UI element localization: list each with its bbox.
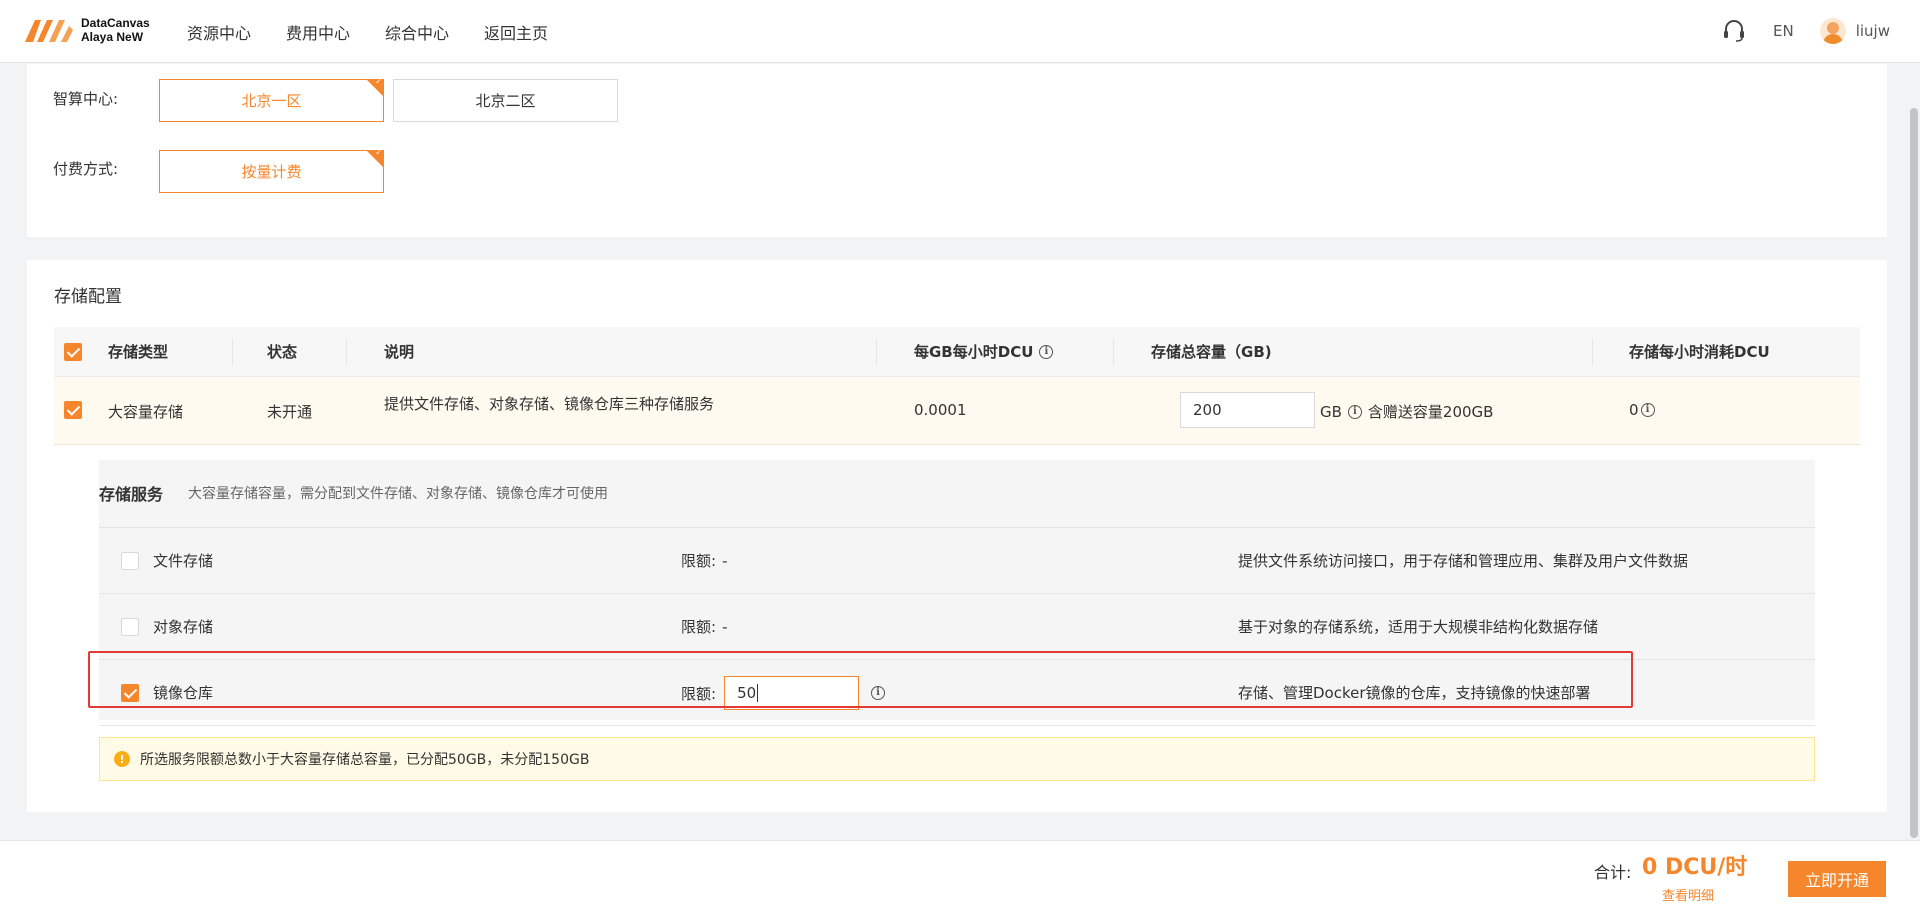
quota-info-icon[interactable]: i — [871, 686, 886, 700]
service-name: 对象存储 — [153, 618, 214, 636]
service-quota: 限额: - — [681, 550, 727, 571]
main-nav: 资源中心 费用中心 综合中心 返回主页 — [187, 20, 583, 44]
service-name: 镜像仓库 — [153, 684, 214, 702]
warning-icon: ! — [114, 751, 130, 767]
username: liujw — [1855, 22, 1890, 40]
nav-resource-center[interactable]: 资源中心 — [187, 20, 251, 44]
row-status: 未开通 — [267, 403, 313, 421]
storage-section-title: 存储配置 — [54, 287, 122, 307]
row-price: 0.0001 — [914, 401, 967, 419]
total-value: 0 DCU/时 — [1642, 855, 1748, 880]
header-price: 每GB每小时DCU i — [914, 341, 1054, 362]
quota-label: 限额: — [681, 618, 717, 636]
header-description: 说明 — [384, 343, 415, 361]
capacity-unit: GB i 含赠送容量200GB — [1320, 401, 1493, 422]
service-quota: 限额: 50 i — [681, 676, 886, 710]
support-button[interactable] — [1721, 18, 1747, 44]
service-name: 文件存储 — [153, 552, 214, 570]
storage-table-header: 存储类型 状态 说明 每GB每小时DCU i 存储总容量（GB) 存储每小时消耗… — [54, 327, 1860, 377]
col-divider — [346, 339, 347, 365]
nav-back-home[interactable]: 返回主页 — [484, 20, 548, 44]
row-consume-value: 0 — [1629, 401, 1639, 419]
nav-billing-center[interactable]: 费用中心 — [286, 20, 350, 44]
logo-mark-icon — [25, 20, 73, 42]
quota-value: - — [722, 617, 728, 636]
table-row: 大容量存储 未开通 提供文件存储、对象存储、镜像仓库三种存储服务 0.0001 … — [54, 377, 1860, 445]
header-status: 状态 — [267, 343, 298, 361]
quota-input-value: 50 — [737, 684, 757, 702]
zone-option-beijing-2[interactable]: 北京二区 — [393, 79, 618, 122]
region-billing-card: 智算中心: 北京一区 北京二区 付费方式: 按量计费 — [27, 64, 1887, 237]
service-quota: 限额: - — [681, 616, 727, 637]
total-label: 合计: — [1594, 863, 1632, 882]
quota-label: 限额: — [681, 552, 717, 570]
billing-label: 付费方式: — [53, 160, 119, 178]
allocation-warning: ! 所选服务限额总数小于大容量存储总容量，已分配50GB，未分配150GB — [99, 737, 1815, 781]
row-description: 提供文件存储、对象存储、镜像仓库三种存储服务 — [384, 395, 715, 413]
brand-line-2: Alaya NeW — [81, 30, 144, 44]
header-capacity: 存储总容量（GB) — [1151, 343, 1272, 361]
brand-logo[interactable]: DataCanvas Alaya NeW — [25, 16, 150, 44]
price-info-icon[interactable]: i — [1039, 344, 1054, 359]
view-detail-link[interactable]: 查看明细 — [1662, 885, 1714, 904]
col-divider — [876, 339, 877, 365]
activate-now-button[interactable]: 立即开通 — [1788, 861, 1886, 897]
consume-info-icon[interactable]: i — [1640, 403, 1655, 417]
storage-services-panel: 存储服务 大容量存储容量，需分配到文件存储、对象存储、镜像仓库才可使用 文件存储… — [88, 460, 1815, 726]
top-header: DataCanvas Alaya NeW 资源中心 费用中心 综合中心 返回主页… — [0, 0, 1920, 63]
service-description: 基于对象的存储系统，适用于大规模非结构化数据存储 — [1238, 618, 1599, 636]
quota-value: - — [722, 551, 728, 570]
warning-text: 所选服务限额总数小于大容量存储总容量，已分配50GB，未分配150GB — [140, 752, 590, 768]
capacity-info-icon[interactable]: i — [1347, 404, 1362, 419]
service-row-object: 对象存储 限额: - 基于对象的存储系统，适用于大规模非结构化数据存储 — [99, 594, 1815, 660]
file-storage-checkbox[interactable] — [121, 552, 139, 570]
user-menu[interactable]: liujw — [1819, 18, 1890, 44]
service-description: 提供文件系统访问接口，用于存储和管理应用、集群及用户文件数据 — [1238, 552, 1689, 570]
headset-icon — [1724, 20, 1745, 42]
capacity-input[interactable]: 200 — [1180, 392, 1315, 428]
service-description: 存储、管理Docker镜像的仓库，支持镜像的快速部署 — [1238, 684, 1591, 702]
brand-text: DataCanvas Alaya NeW — [81, 16, 150, 44]
select-all-checkbox[interactable] — [64, 343, 82, 361]
order-footer: 合计: 0 DCU/时 查看明细 立即开通 — [0, 840, 1920, 912]
zone-option-beijing-1[interactable]: 北京一区 — [159, 77, 384, 122]
header-actions: EN liujw — [1695, 18, 1890, 44]
language-switch[interactable]: EN — [1773, 22, 1794, 40]
services-title: 存储服务 — [99, 485, 164, 504]
nav-general-center[interactable]: 综合中心 — [385, 20, 449, 44]
header-consume: 存储每小时消耗DCU — [1629, 343, 1770, 361]
page-scrollbar-thumb[interactable] — [1910, 108, 1918, 838]
image-registry-quota-input[interactable]: 50 — [724, 676, 860, 710]
row-checkbox[interactable] — [64, 401, 82, 419]
zone-label: 智算中心: — [53, 90, 119, 108]
capacity-unit-label: GB — [1320, 402, 1342, 421]
service-row-file: 文件存储 限额: - 提供文件系统访问接口，用于存储和管理应用、集群及用户文件数… — [99, 528, 1815, 594]
col-divider — [1113, 339, 1114, 365]
col-divider — [232, 339, 233, 365]
services-description: 大容量存储容量，需分配到文件存储、对象存储、镜像仓库才可使用 — [188, 486, 608, 502]
service-row-image-registry: 镜像仓库 限额: 50 i 存储、管理Docker镜像的仓库，支持镜像的快速部署 — [99, 660, 1815, 726]
object-storage-checkbox[interactable] — [121, 618, 139, 636]
row-consume: 0 i — [1629, 401, 1655, 419]
header-storage-type: 存储类型 — [108, 343, 169, 361]
storage-config-card: 存储配置 存储类型 状态 说明 每GB每小时DCU i 存储总容量（GB) 存储… — [27, 260, 1887, 812]
image-registry-checkbox[interactable] — [121, 684, 139, 702]
col-divider — [1592, 339, 1593, 365]
brand-line-1: DataCanvas — [81, 16, 150, 30]
avatar — [1819, 18, 1846, 44]
header-price-label: 每GB每小时DCU — [914, 343, 1034, 361]
services-header: 存储服务 大容量存储容量，需分配到文件存储、对象存储、镜像仓库才可使用 — [99, 460, 1815, 528]
billing-option-pay-as-you-go[interactable]: 按量计费 — [159, 148, 384, 193]
quota-label: 限额: — [681, 684, 717, 703]
capacity-bonus: 含赠送容量200GB — [1367, 403, 1494, 421]
row-storage-type: 大容量存储 — [108, 403, 184, 421]
